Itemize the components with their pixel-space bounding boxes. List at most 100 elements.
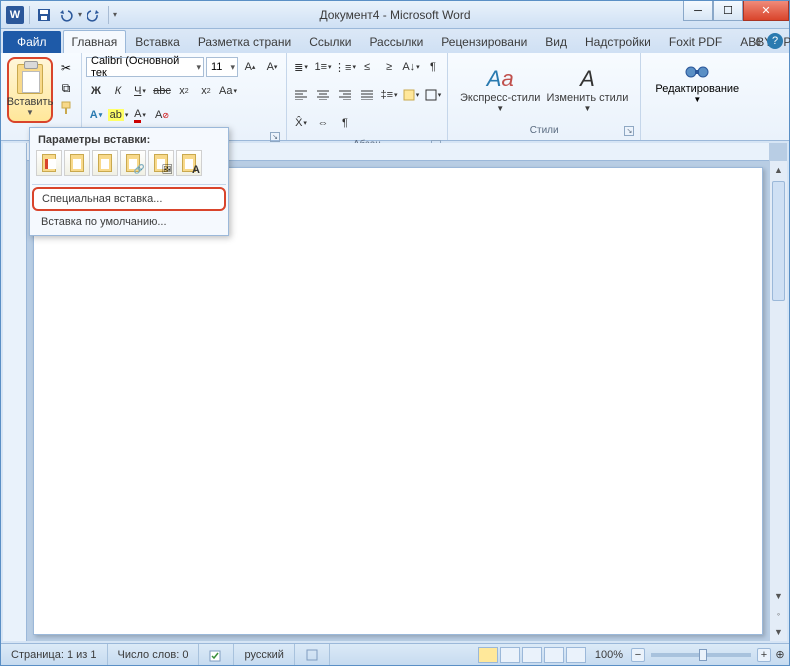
close-button[interactable]: ✕ bbox=[743, 1, 789, 21]
quick-styles-button[interactable]: Aa Экспресс-стили ▼ bbox=[460, 66, 540, 113]
line-spacing-button[interactable]: ‡≡ bbox=[379, 85, 399, 105]
paste-icon bbox=[17, 64, 43, 94]
view-outline-button[interactable] bbox=[544, 647, 564, 663]
status-insert[interactable] bbox=[295, 644, 330, 665]
change-styles-button[interactable]: A Изменить стили ▼ bbox=[546, 66, 628, 113]
paste-text-only-button[interactable]: A bbox=[176, 150, 202, 176]
vertical-scrollbar[interactable]: ▲ ▼ ◦ ▼ bbox=[769, 161, 787, 641]
file-tab[interactable]: Файл bbox=[3, 31, 61, 53]
shrink-font-button[interactable]: A▾ bbox=[262, 57, 282, 77]
status-language[interactable]: русский bbox=[234, 644, 294, 665]
quick-access-toolbar: W ▾ ▾ bbox=[1, 5, 117, 25]
status-page[interactable]: Страница: 1 из 1 bbox=[1, 644, 108, 665]
vertical-ruler[interactable] bbox=[3, 143, 27, 641]
numbering-button[interactable]: 1≡ bbox=[313, 57, 333, 77]
superscript-button[interactable]: x2 bbox=[196, 81, 216, 101]
find-icon[interactable] bbox=[684, 61, 710, 83]
bold-button[interactable]: Ж bbox=[86, 81, 106, 101]
sort-button[interactable]: A↓ bbox=[401, 57, 421, 77]
strike-button[interactable]: abc bbox=[152, 81, 172, 101]
text-effects-button[interactable]: A bbox=[86, 105, 106, 125]
change-case-button[interactable]: Aa bbox=[218, 81, 238, 101]
paste-special-menuitem[interactable]: Специальная вставка... bbox=[32, 187, 226, 211]
font-color-button[interactable]: A bbox=[130, 105, 150, 125]
tab-review[interactable]: Рецензировани bbox=[432, 30, 536, 53]
paragraph-mark-button[interactable]: ¶ bbox=[335, 113, 355, 133]
paste-default-menuitem[interactable]: Вставка по умолчанию... bbox=[32, 211, 226, 233]
zoom-fit-button[interactable]: ⊕ bbox=[771, 648, 789, 661]
styles-dialog-launcher[interactable]: ↘ bbox=[624, 126, 634, 136]
group-editing: Редактирование ▼ bbox=[641, 53, 753, 140]
save-button[interactable] bbox=[34, 5, 54, 25]
tab-home[interactable]: Главная bbox=[63, 30, 127, 53]
maximize-button[interactable]: ☐ bbox=[713, 1, 743, 21]
paste-keep-source-button[interactable] bbox=[36, 150, 62, 176]
prev-page-icon[interactable]: ◦ bbox=[770, 605, 787, 623]
tab-view[interactable]: Вид bbox=[536, 30, 576, 53]
scroll-thumb[interactable] bbox=[772, 181, 785, 301]
paste-button[interactable]: Вставить ▼ bbox=[7, 57, 53, 123]
align-left-button[interactable] bbox=[291, 85, 311, 105]
tab-mailings[interactable]: Рассылки bbox=[360, 30, 432, 53]
bullets-button[interactable]: ≣ bbox=[291, 57, 311, 77]
paste-picture-button[interactable]: 🖼 bbox=[148, 150, 174, 176]
font-dialog-launcher[interactable]: ↘ bbox=[270, 132, 280, 142]
view-fullscreen-button[interactable] bbox=[500, 647, 520, 663]
proofing-icon bbox=[209, 648, 223, 662]
status-proofing[interactable] bbox=[199, 644, 234, 665]
italic-button[interactable]: К bbox=[108, 81, 128, 101]
tab-references[interactable]: Ссылки bbox=[300, 30, 360, 53]
view-draft-button[interactable] bbox=[566, 647, 586, 663]
show-marks-button[interactable]: ¶ bbox=[423, 57, 443, 77]
asian-layout-button[interactable]: X̂ bbox=[291, 113, 311, 133]
status-words[interactable]: Число слов: 0 bbox=[108, 644, 200, 665]
font-size-combo[interactable]: 11 bbox=[206, 57, 238, 77]
borders-button[interactable] bbox=[423, 85, 443, 105]
chevron-down-icon: ▼ bbox=[26, 108, 34, 117]
paste-merge-button[interactable] bbox=[64, 150, 90, 176]
zoom-value[interactable]: 100% bbox=[587, 649, 631, 661]
justify-button[interactable] bbox=[357, 85, 377, 105]
align-center-button[interactable] bbox=[313, 85, 333, 105]
tab-addins[interactable]: Надстройки bbox=[576, 30, 660, 53]
help-icon[interactable]: ? bbox=[767, 33, 783, 49]
zoom-out-button[interactable]: − bbox=[631, 648, 645, 662]
undo-button[interactable] bbox=[56, 5, 76, 25]
minimize-button[interactable]: ─ bbox=[683, 1, 713, 21]
underline-button[interactable]: Ч bbox=[130, 81, 150, 101]
format-painter-button[interactable] bbox=[57, 99, 75, 117]
editing-label[interactable]: Редактирование bbox=[655, 83, 739, 95]
document-page[interactable] bbox=[33, 167, 763, 635]
shading-button[interactable] bbox=[401, 85, 421, 105]
statusbar: Страница: 1 из 1 Число слов: 0 русский 1… bbox=[1, 643, 789, 665]
tab-insert[interactable]: Вставка bbox=[126, 30, 189, 53]
tab-foxit[interactable]: Foxit PDF bbox=[660, 30, 731, 53]
view-print-layout-button[interactable] bbox=[478, 647, 498, 663]
clear-formatting-button[interactable]: A⊘ bbox=[152, 105, 172, 125]
distributed-button[interactable]: ⇔ bbox=[313, 113, 333, 133]
cut-button[interactable]: ✂ bbox=[57, 59, 75, 77]
multilevel-button[interactable]: ⋮≡ bbox=[335, 57, 355, 77]
subscript-button[interactable]: x2 bbox=[174, 81, 194, 101]
paste-link-button[interactable]: 🔗 bbox=[120, 150, 146, 176]
copy-button[interactable]: ⧉ bbox=[57, 79, 75, 97]
align-right-button[interactable] bbox=[335, 85, 355, 105]
tab-layout[interactable]: Разметка страни bbox=[189, 30, 300, 53]
redo-button[interactable] bbox=[84, 5, 104, 25]
decrease-indent-button[interactable]: ≤ bbox=[357, 57, 377, 77]
group-paragraph: ≣ 1≡ ⋮≡ ≤ ≥ A↓ ¶ bbox=[287, 53, 448, 140]
scroll-up-icon[interactable]: ▲ bbox=[770, 161, 787, 179]
ribbon-collapse-icon[interactable]: ۵ bbox=[755, 35, 761, 48]
zoom-in-button[interactable]: + bbox=[757, 648, 771, 662]
zoom-slider[interactable] bbox=[651, 653, 751, 657]
next-page-icon[interactable]: ▼ bbox=[770, 623, 787, 641]
font-name-combo[interactable]: Calibri (Основной тек bbox=[86, 57, 204, 77]
paste-use-dest-button[interactable] bbox=[92, 150, 118, 176]
grow-font-button[interactable]: A▴ bbox=[240, 57, 260, 77]
increase-indent-button[interactable]: ≥ bbox=[379, 57, 399, 77]
view-web-button[interactable] bbox=[522, 647, 542, 663]
highlight-button[interactable]: ab bbox=[108, 105, 128, 125]
word-logo: W bbox=[5, 5, 25, 25]
scroll-down-icon[interactable]: ▼ bbox=[770, 587, 787, 605]
zoom-slider-knob[interactable] bbox=[699, 649, 707, 661]
